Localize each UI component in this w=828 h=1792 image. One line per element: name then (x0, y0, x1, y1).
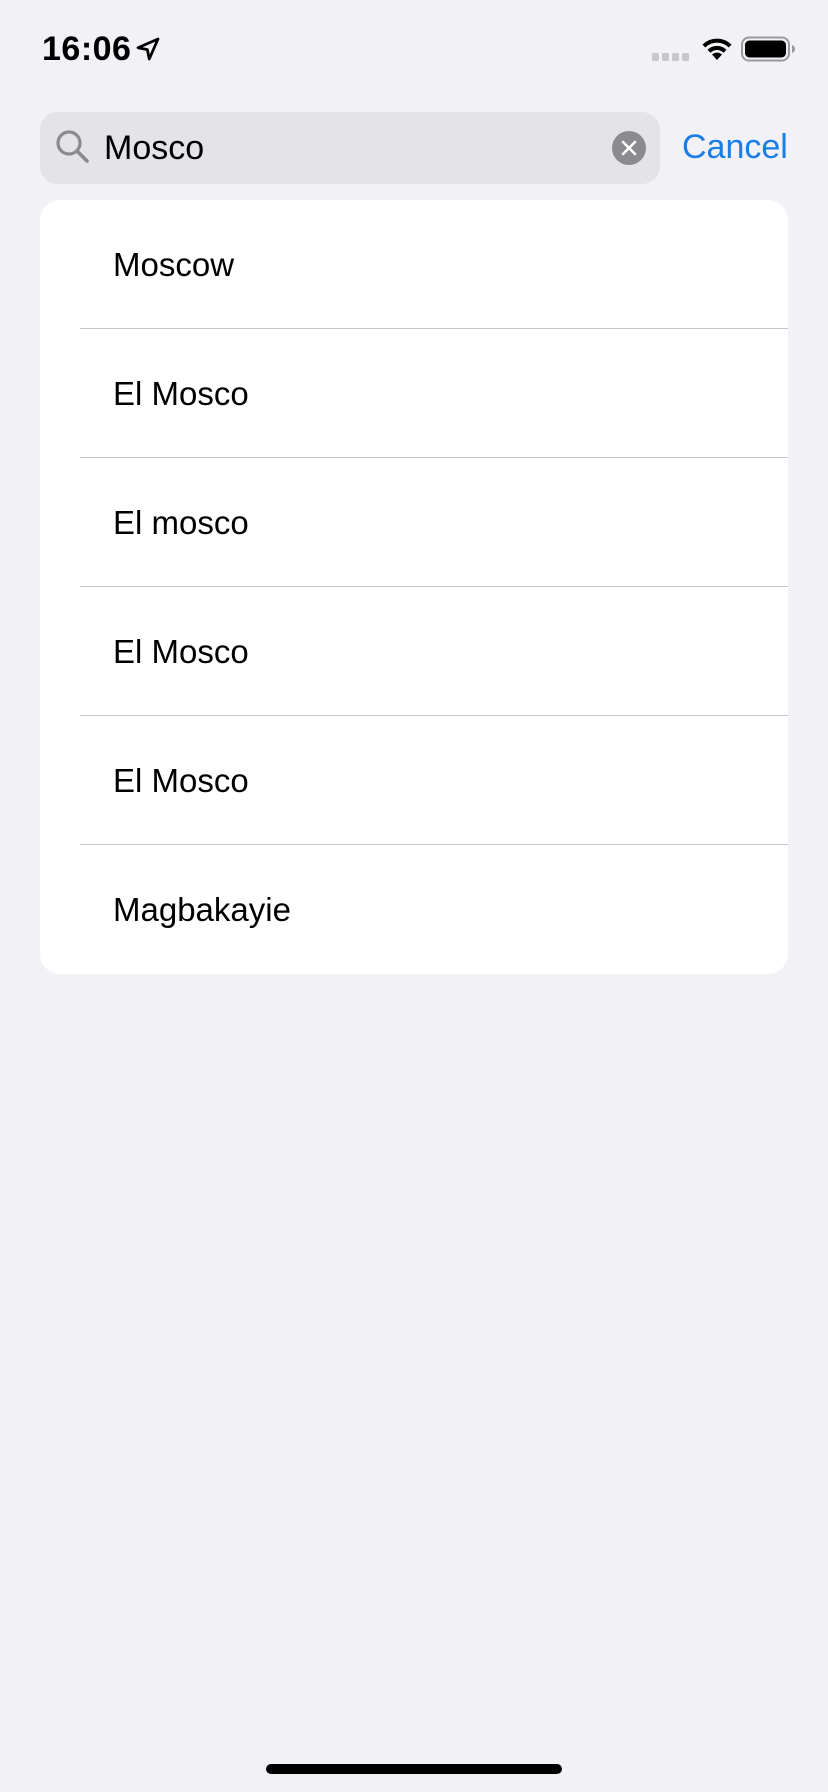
battery-icon (741, 36, 795, 62)
list-item[interactable]: El Mosco (40, 329, 788, 458)
list-item[interactable]: El Mosco (40, 587, 788, 716)
wifi-icon (702, 38, 732, 60)
clear-x-icon (621, 140, 637, 156)
search-field[interactable] (40, 112, 660, 184)
clear-search-button[interactable] (612, 131, 646, 165)
magnifier-icon (56, 130, 89, 163)
result-label: Moscow (113, 246, 235, 283)
location-arrow-icon (136, 37, 160, 61)
cellular-signal-icon (652, 53, 689, 61)
result-label: El mosco (113, 504, 249, 541)
result-label: El Mosco (113, 375, 249, 412)
list-item[interactable]: El Mosco (40, 716, 788, 845)
result-label: Magbakayie (113, 891, 291, 928)
list-item[interactable]: Magbakayie (40, 845, 788, 974)
search-results-list: Moscow El Mosco El mosco El Mosco El Mos… (40, 200, 788, 974)
cancel-button[interactable]: Cancel (682, 124, 788, 170)
home-indicator[interactable] (266, 1764, 562, 1774)
list-item[interactable]: Moscow (40, 200, 788, 329)
status-time: 16:06 (42, 30, 132, 68)
status-bar: 16:06 (0, 0, 828, 100)
list-item[interactable]: El mosco (40, 458, 788, 587)
result-label: El Mosco (113, 633, 249, 670)
search-input[interactable] (104, 120, 584, 176)
result-label: El Mosco (113, 762, 249, 799)
